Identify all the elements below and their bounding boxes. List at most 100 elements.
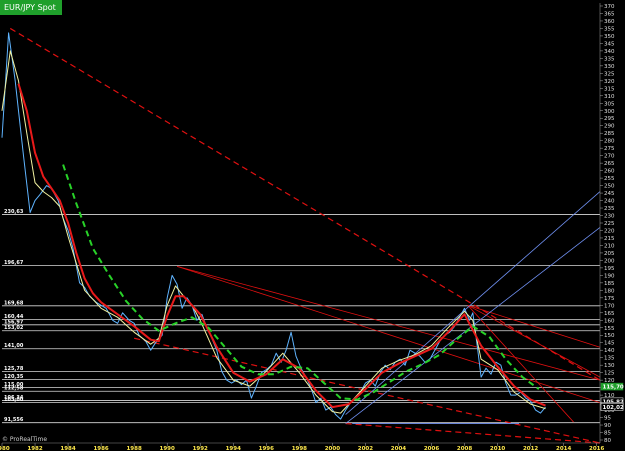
y-tick-label: 145 [604, 341, 615, 347]
trendline [177, 266, 601, 381]
y-tick-label: 355 [604, 26, 615, 32]
price-tag-label: 102,02 [603, 405, 624, 411]
x-tick-label: 1986 [93, 446, 108, 451]
level-label: 230,63 [4, 209, 24, 215]
trendline [9, 27, 601, 381]
chart-title: EUR/JPY Spot [0, 0, 62, 15]
y-tick-label: 160 [604, 318, 615, 324]
y-tick-label: 140 [604, 348, 615, 354]
y-tick-label: 235 [604, 206, 615, 212]
x-tick-label: 1982 [27, 446, 42, 451]
y-tick-label: 85 [604, 431, 611, 437]
y-tick-label: 350 [604, 34, 615, 40]
y-tick-label: 325 [604, 71, 615, 77]
level-label: 141,00 [4, 343, 24, 349]
level-label: 125,78 [4, 366, 24, 372]
y-tick-label: 315 [604, 86, 615, 92]
x-tick-label: 1992 [193, 446, 208, 451]
y-tick-label: 240 [604, 199, 615, 205]
level-label: 91,556 [4, 417, 24, 423]
trendline [345, 422, 601, 444]
y-tick-label: 225 [604, 221, 615, 227]
watermark: © ProRealTime [2, 436, 48, 443]
y-tick-label: 320 [604, 79, 615, 85]
y-tick-label: 275 [604, 146, 615, 152]
x-tick-label: 1984 [60, 446, 75, 451]
level-label: 169,68 [4, 300, 24, 306]
y-tick-label: 370 [604, 4, 615, 10]
trendline [134, 337, 601, 444]
y-tick-label: 220 [604, 228, 615, 234]
x-tick-label: 1980 [0, 446, 10, 451]
y-tick-label: 135 [604, 356, 615, 362]
y-tick-label: 285 [604, 131, 615, 137]
x-tick-label: 2002 [358, 446, 373, 451]
y-tick-label: 150 [604, 333, 615, 339]
y-tick-label: 230 [604, 214, 615, 220]
y-tick-label: 310 [604, 94, 615, 100]
chart-window: 230,63 196,67 169,68 160,44 156,97 153,02 141,… [0, 0, 625, 451]
series-price [1, 32, 546, 420]
y-tick-label: 205 [604, 251, 615, 257]
x-tick-label: 2016 [589, 446, 604, 451]
x-tick-label: 2014 [556, 446, 571, 451]
x-tick-label: 2004 [391, 446, 406, 451]
price-tag-label: 115,70 [603, 385, 624, 391]
level-label: 153,02 [4, 325, 24, 331]
y-tick-label: 305 [604, 101, 615, 107]
y-tick-label: 260 [604, 169, 615, 175]
y-axis: 8085909510010511011512012513013514014515… [599, 3, 615, 444]
series-lines [1, 32, 546, 420]
y-tick-label: 250 [604, 184, 615, 190]
y-tick-label: 365 [604, 11, 615, 17]
x-tick-label: 1996 [259, 446, 274, 451]
y-tick-label: 190 [604, 273, 615, 279]
price-chart: 230,63196,67169,68160,44156,97153,02141,… [0, 3, 624, 451]
y-tick-label: 360 [604, 19, 615, 25]
y-tick-label: 280 [604, 139, 615, 145]
y-tick-label: 265 [604, 161, 615, 167]
y-tick-label: 215 [604, 236, 615, 242]
y-tick-label: 245 [604, 191, 615, 197]
y-tick-label: 175 [604, 296, 615, 302]
y-tick-label: 255 [604, 176, 615, 182]
horizontal-levels: 230,63196,67169,68160,44156,97153,02141,… [2, 209, 600, 423]
x-tick-label: 2010 [490, 446, 505, 451]
y-tick-label: 80 [604, 438, 611, 444]
y-tick-label: 165 [604, 311, 615, 317]
x-tick-label: 1988 [126, 446, 141, 451]
x-tick-label: 1998 [292, 446, 307, 451]
x-axis: 1980 1982 1984 1986 1988 1990 1992 1994 1996 1998… [0, 442, 605, 451]
x-tick-label: 2000 [325, 446, 340, 451]
series-ma-long [62, 164, 540, 401]
y-tick-label: 185 [604, 281, 615, 287]
y-tick-label: 195 [604, 266, 615, 272]
y-tick-label: 270 [604, 154, 615, 160]
x-tick-label: 2008 [457, 446, 472, 451]
y-tick-label: 345 [604, 41, 615, 47]
level-label: 105,00 [4, 397, 24, 403]
y-tick-label: 290 [604, 124, 615, 130]
y-tick-label: 130 [604, 363, 615, 369]
level-label: 120,35 [4, 374, 24, 380]
trendline [345, 191, 601, 415]
x-tick-label: 1994 [226, 446, 241, 451]
y-tick-label: 155 [604, 326, 615, 332]
trendline [176, 266, 601, 403]
y-tick-label: 295 [604, 116, 615, 122]
y-tick-label: 125 [604, 371, 615, 377]
x-tick-label: 1990 [160, 446, 175, 451]
y-tick-label: 90 [604, 423, 611, 429]
y-tick-label: 335 [604, 56, 615, 62]
y-tick-label: 170 [604, 303, 615, 309]
y-tick-label: 95 [604, 416, 611, 422]
x-tick-label: 2012 [523, 446, 538, 451]
y-tick-label: 200 [604, 258, 615, 264]
y-tick-label: 340 [604, 49, 615, 55]
trendline [467, 305, 574, 423]
y-tick-label: 210 [604, 243, 615, 249]
y-tick-label: 180 [604, 288, 615, 294]
y-tick-label: 300 [604, 109, 615, 115]
series-ma-slow [17, 83, 546, 409]
y-tick-label: 330 [604, 64, 615, 70]
